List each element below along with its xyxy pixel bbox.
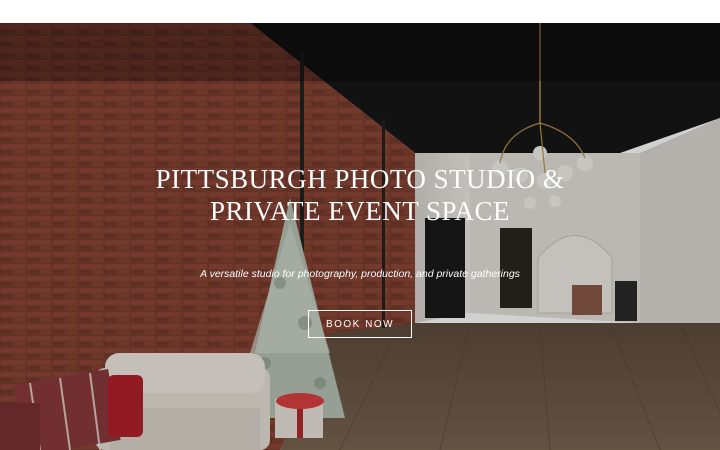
- hero-title: PITTSBURGH PHOTO STUDIO & PRIVATE EVENT …: [155, 164, 565, 226]
- book-now-button[interactable]: BOOK NOW: [308, 310, 412, 338]
- hero-section: PITTSBURGH PHOTO STUDIO & PRIVATE EVENT …: [0, 23, 720, 450]
- navigation-bar: [0, 23, 720, 81]
- hero-tagline: A versatile studio for photography, prod…: [200, 268, 520, 280]
- hero-dim-overlay: [0, 23, 720, 450]
- top-header-bar: [0, 0, 720, 23]
